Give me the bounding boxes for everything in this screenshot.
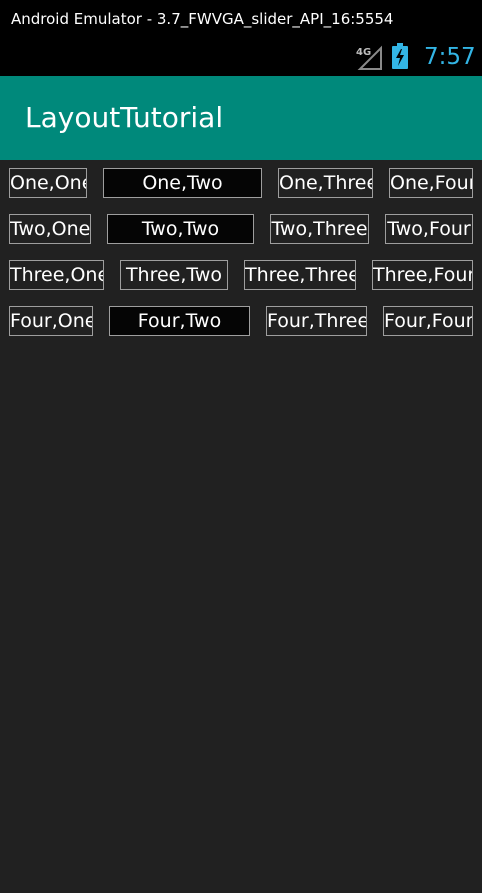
- signal-4g-icon: 4G: [356, 44, 382, 70]
- battery-charging-icon: [391, 43, 409, 69]
- status-bar: 4G 7:57: [0, 38, 482, 76]
- grid-button-two-one[interactable]: Two,One: [9, 214, 91, 244]
- grid-button-four-four[interactable]: Four,Four: [383, 306, 473, 336]
- grid-button-two-two[interactable]: Two,Two: [107, 214, 254, 244]
- grid-button-one-four[interactable]: One,Four: [389, 168, 473, 198]
- grid-button-four-two[interactable]: Four,Two: [109, 306, 250, 336]
- app-title: LayoutTutorial: [25, 101, 224, 134]
- grid-button-three-two[interactable]: Three,Two: [120, 260, 228, 290]
- emulator-frame: Android Emulator - 3.7_FWVGA_slider_API_…: [0, 0, 482, 893]
- action-bar: LayoutTutorial: [0, 76, 482, 160]
- grid-button-one-three[interactable]: One,Three: [278, 168, 373, 198]
- grid-button-three-four[interactable]: Three,Four: [372, 260, 473, 290]
- grid-button-four-three[interactable]: Four,Three: [266, 306, 367, 336]
- grid-button-two-three[interactable]: Two,Three: [270, 214, 369, 244]
- button-grid: One,One One,Two One,Three One,Four Two,O…: [0, 160, 482, 893]
- grid-button-three-one[interactable]: Three,One: [9, 260, 104, 290]
- grid-button-one-two[interactable]: One,Two: [103, 168, 262, 198]
- grid-button-three-three[interactable]: Three,Three: [244, 260, 356, 290]
- grid-button-four-one[interactable]: Four,One: [9, 306, 93, 336]
- emulator-window-title: Android Emulator - 3.7_FWVGA_slider_API_…: [0, 0, 482, 38]
- status-clock: 7:57: [424, 44, 476, 70]
- network-label: 4G: [356, 47, 371, 58]
- grid-button-one-one[interactable]: One,One: [9, 168, 87, 198]
- grid-button-two-four[interactable]: Two,Four: [385, 214, 473, 244]
